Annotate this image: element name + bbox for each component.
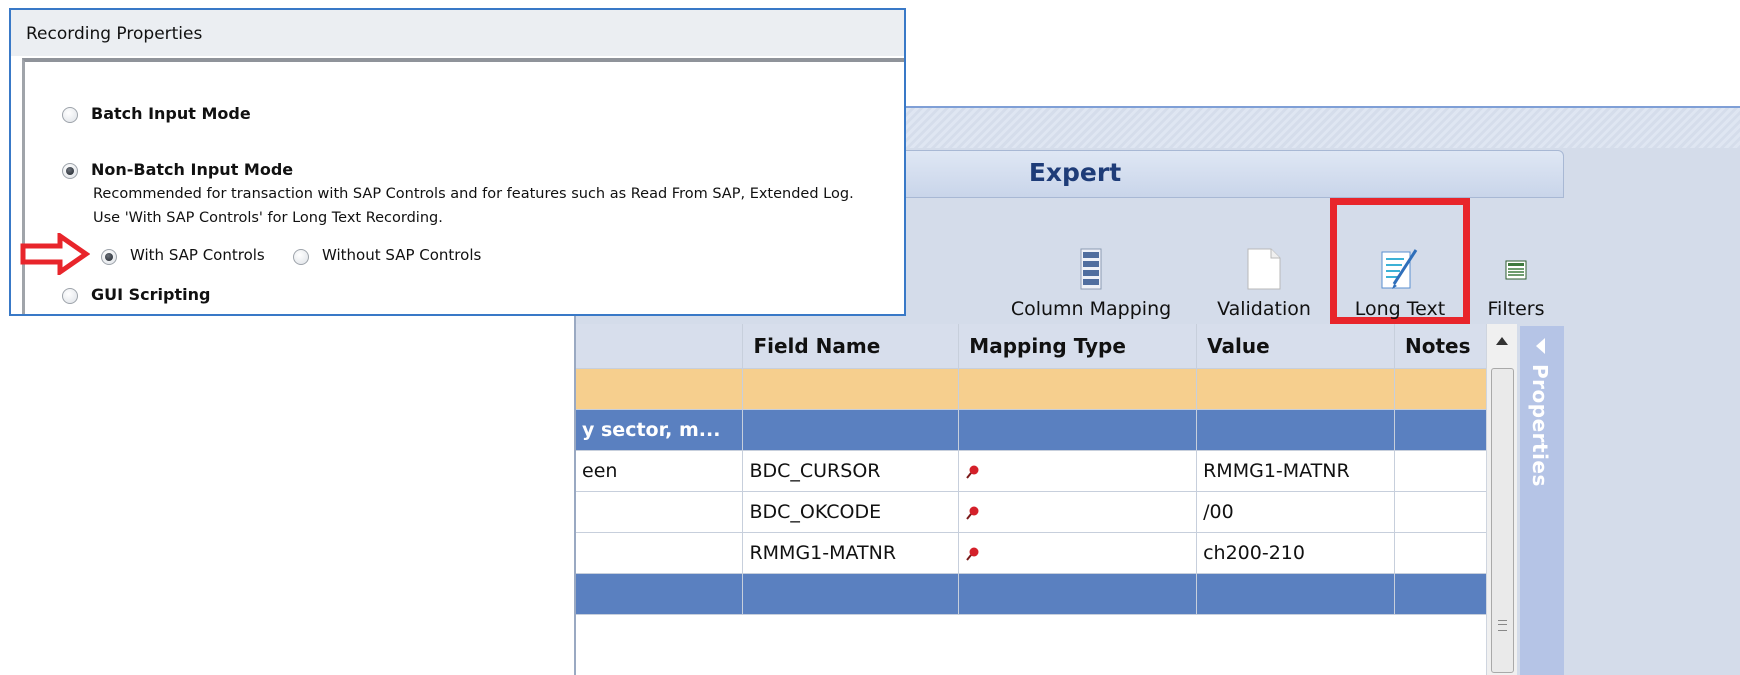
table-row[interactable]: RMMG1-MATNR ch200-210 (576, 532, 1488, 574)
long-text-label: Long Text (1354, 298, 1446, 320)
filters-label: Filters (1487, 298, 1545, 320)
properties-side-panel[interactable]: Properties (1520, 326, 1564, 675)
column-header-notes[interactable]: Notes (1394, 324, 1488, 369)
table-cell[interactable] (742, 573, 960, 615)
column-header-mapping-type[interactable]: Mapping Type (958, 324, 1198, 369)
properties-panel-label: Properties (1528, 364, 1552, 487)
table-cell[interactable]: RMMG1-MATNR (742, 532, 960, 574)
table-cell[interactable] (1394, 491, 1488, 533)
red-arrow-icon (20, 233, 90, 275)
table-cell[interactable] (1394, 368, 1488, 410)
with-sap-controls-label[interactable]: With SAP Controls (130, 246, 265, 264)
table-cell[interactable]: BDC_OKCODE (742, 491, 960, 533)
dialog-body: Batch Input Mode Non-Batch Input Mode Re… (22, 58, 904, 314)
scroll-up-arrow-icon[interactable] (1496, 337, 1508, 345)
table-cell[interactable] (1394, 450, 1488, 492)
table-cell[interactable] (958, 450, 1198, 492)
table-cell[interactable] (958, 532, 1198, 574)
table-cell[interactable] (576, 573, 744, 615)
non-batch-description-line2: Use 'With SAP Controls' for Long Text Re… (93, 210, 443, 226)
table-row[interactable]: een BDC_CURSOR RMMG1-MATNR (576, 450, 1488, 492)
table-cell[interactable] (1394, 532, 1488, 574)
table-cell[interactable] (958, 573, 1198, 615)
long-text-icon (1381, 249, 1418, 289)
validation-icon (1247, 248, 1281, 290)
table-cell[interactable] (958, 409, 1198, 451)
table-cell[interactable] (958, 368, 1198, 410)
table-cell[interactable]: /00 (1196, 491, 1395, 533)
table-cell[interactable] (958, 491, 1198, 533)
column-header-value[interactable]: Value (1196, 324, 1395, 369)
column-mapping-label: Column Mapping (1010, 298, 1172, 320)
column-mapping-icon (1080, 248, 1102, 290)
table-cell[interactable]: een (576, 450, 744, 492)
pin-icon (966, 506, 979, 520)
table-cell[interactable]: y sector, m... (576, 409, 744, 451)
table-row[interactable]: BDC_OKCODE /00 (576, 491, 1488, 533)
dialog-title: Recording Properties (11, 10, 904, 56)
gui-scripting-label[interactable]: GUI Scripting (91, 285, 210, 304)
table-cell[interactable]: RMMG1-MATNR (1196, 450, 1395, 492)
table-cell[interactable] (576, 491, 744, 533)
filters-button[interactable]: Filters (1476, 198, 1556, 324)
non-batch-description-line1: Recommended for transaction with SAP Con… (93, 186, 854, 202)
table-cell[interactable] (1394, 573, 1488, 615)
table-cell[interactable] (1394, 409, 1488, 451)
validation-button[interactable]: Validation (1204, 198, 1324, 324)
recording-properties-dialog: Recording Properties Batch Input Mode No… (9, 8, 906, 316)
column-header[interactable] (576, 324, 744, 369)
pin-icon (966, 465, 979, 479)
table-cell[interactable] (1196, 409, 1395, 451)
mapping-grid: Field Name Mapping Type Value Notes y se… (576, 324, 1488, 675)
table-header-row: Field Name Mapping Type Value Notes (576, 324, 1488, 369)
table-cell[interactable] (576, 532, 744, 574)
non-batch-input-mode-label[interactable]: Non-Batch Input Mode (91, 160, 293, 179)
batch-input-mode-label[interactable]: Batch Input Mode (91, 104, 251, 123)
table-cell[interactable]: BDC_CURSOR (742, 450, 960, 492)
table-row[interactable]: y sector, m... (576, 409, 1488, 451)
scroll-grip-icon (1498, 620, 1507, 631)
validation-label: Validation (1217, 298, 1311, 320)
scroll-thumb[interactable] (1491, 368, 1514, 673)
table-row[interactable] (576, 573, 1488, 615)
vertical-scrollbar[interactable] (1486, 324, 1517, 675)
mapping-table: Field Name Mapping Type Value Notes y se… (576, 324, 1488, 615)
table-cell[interactable] (576, 368, 744, 410)
column-mapping-button[interactable]: Column Mapping (996, 198, 1186, 324)
long-text-button[interactable]: Long Text (1330, 198, 1470, 324)
table-row[interactable] (576, 368, 1488, 410)
filters-icon (1505, 260, 1527, 280)
batch-input-mode-radio[interactable] (62, 107, 78, 123)
column-header-field-name[interactable]: Field Name (742, 324, 960, 369)
table-cell[interactable] (742, 368, 960, 410)
with-sap-controls-radio[interactable] (101, 249, 117, 265)
without-sap-controls-radio[interactable] (293, 249, 309, 265)
pin-icon (966, 547, 979, 561)
gui-scripting-radio[interactable] (62, 288, 78, 304)
without-sap-controls-label[interactable]: Without SAP Controls (322, 246, 481, 264)
non-batch-input-mode-radio[interactable] (62, 163, 78, 179)
collapse-left-arrow-icon[interactable] (1536, 338, 1545, 354)
table-cell[interactable]: ch200-210 (1196, 532, 1395, 574)
table-cell[interactable] (1196, 368, 1395, 410)
table-cell[interactable] (742, 409, 960, 451)
table-cell[interactable] (1196, 573, 1395, 615)
